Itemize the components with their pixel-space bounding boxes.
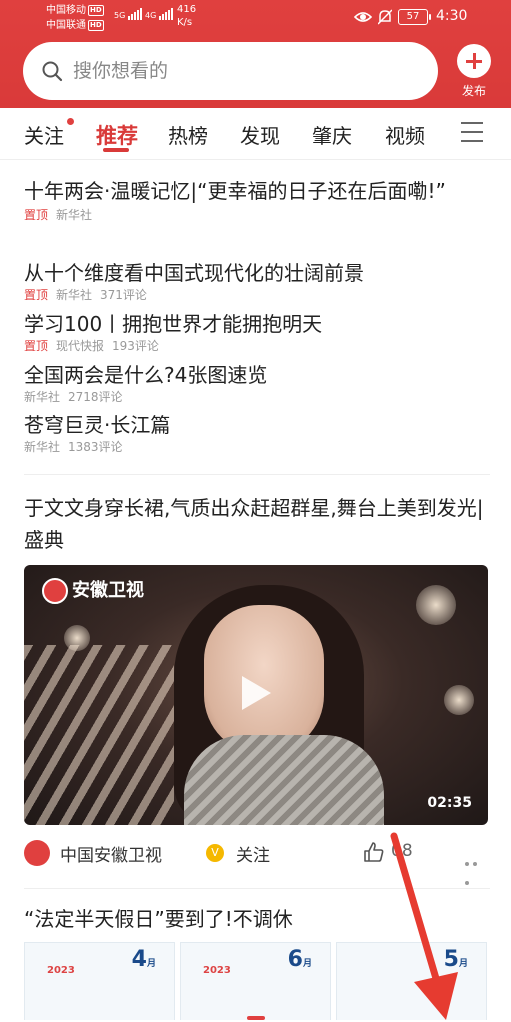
search-icon (42, 61, 63, 82)
news-meta: 置顶 新华社 371评论 (24, 287, 490, 303)
channel-tabs: 关注 推荐 热榜 发现 肇庆 视频 (0, 108, 511, 160)
hd-badge: HD (88, 20, 104, 31)
swipe-down-arrow-icon (390, 832, 458, 1020)
carrier-1: 中国移动 (46, 5, 86, 16)
calendar-image: 2023 6月 (180, 942, 331, 1020)
news-comments: 371评论 (100, 288, 147, 302)
publish-button[interactable]: 发布 (452, 44, 496, 100)
news-item[interactable]: 从十个维度看中国式现代化的壮阔前景 置顶 新华社 371评论 (24, 258, 490, 303)
news-meta: 置顶 新华社 (24, 207, 490, 223)
play-icon[interactable] (238, 673, 274, 713)
news-source: 现代快报 (56, 339, 105, 353)
search-input[interactable] (73, 54, 413, 88)
video-post-title-block[interactable]: 于文文身穿长裙,气质出众赶超群星,舞台上美到发光|盛典 (24, 492, 490, 556)
news-source: 新华社 (24, 440, 61, 454)
thumbs-up-icon[interactable] (362, 840, 386, 864)
news-comments: 193评论 (112, 339, 159, 353)
news-source: 新华社 (24, 390, 61, 404)
news-title: 十年两会·温暖记忆|“更幸福的日子还在后面嘞!” (24, 179, 446, 203)
calendar-month: 4月 (131, 947, 156, 972)
calendar-month: 6月 (287, 947, 312, 972)
plus-icon (457, 44, 491, 78)
status-bar: 中国移动 HD 中国联通 HD 5G 4G 416 K/s 57 4:30 (0, 0, 511, 36)
news-comments: 1383评论 (68, 440, 123, 454)
clock: 4:30 (436, 8, 468, 24)
news-title: 学习100丨拥抱世界才能拥抱明天 (24, 312, 323, 336)
signal-4g-icon: 4G (145, 8, 174, 20)
speed-value: 416 (177, 4, 197, 15)
news-title: 从十个维度看中国式现代化的壮阔前景 (24, 261, 364, 285)
channel-watermark: 安徽卫视 (42, 575, 144, 607)
news-source: 新华社 (56, 288, 93, 302)
news-title: 苍穹巨灵·长江篇 (24, 413, 171, 437)
verified-badge-icon: V (206, 844, 224, 862)
news-meta: 新华社 2718评论 (24, 389, 490, 405)
news-item[interactable]: 学习100丨拥抱世界才能拥抱明天 置顶 现代快报 193评论 (24, 309, 490, 354)
tab-video[interactable]: 视频 (385, 120, 425, 149)
more-options-icon[interactable] (465, 851, 487, 885)
follow-button[interactable]: 关注 (236, 841, 270, 866)
network-speed: 416 K/s (177, 3, 196, 29)
search-bar[interactable] (23, 42, 438, 100)
video-duration: 02:35 (427, 795, 472, 811)
network-type-1: 5G (114, 11, 126, 20)
channel-watermark-text: 安徽卫视 (72, 580, 144, 601)
carrier-2: 中国联通 (46, 20, 86, 31)
calendar-image: 2023 4月 (24, 942, 175, 1020)
news-comments: 2718评论 (68, 390, 123, 404)
app-header: 中国移动 HD 中国联通 HD 5G 4G 416 K/s 57 4:30 搜你… (0, 0, 511, 108)
tab-discover[interactable]: 发现 (240, 120, 280, 149)
pinned-tag: 置顶 (24, 339, 49, 353)
hd-badge: HD (88, 5, 104, 16)
active-tab-indicator (103, 148, 129, 152)
channel-menu-icon[interactable] (461, 122, 483, 142)
battery-level: 57 (406, 11, 420, 22)
eye-comfort-icon (354, 12, 372, 22)
network-type-2: 4G (145, 11, 157, 20)
unread-dot (67, 118, 74, 125)
calendar-year: 2023 (47, 965, 75, 976)
tab-hot[interactable]: 热榜 (168, 120, 208, 149)
bottom-indicator (247, 1016, 265, 1020)
divider (24, 474, 490, 475)
news-title: 全国两会是什么?4张图速览 (24, 363, 268, 387)
video-title: 于文文身穿长裙,气质出众赶超群星,舞台上美到发光|盛典 (24, 496, 484, 552)
pinned-tag: 置顶 (24, 288, 49, 302)
tab-zhaoqing[interactable]: 肇庆 (312, 120, 352, 149)
pinned-tag: 置顶 (24, 208, 49, 222)
speed-unit: K/s (177, 17, 193, 28)
publish-label: 发布 (461, 84, 486, 98)
news-item[interactable]: 苍穹巨灵·长江篇 新华社 1383评论 (24, 410, 490, 455)
news-item[interactable]: 十年两会·温暖记忆|“更幸福的日子还在后面嘞!” 置顶 新华社 (24, 176, 490, 223)
channel-avatar[interactable] (24, 840, 50, 866)
video-thumbnail[interactable]: 安徽卫视 02:35 (24, 565, 488, 825)
tab-follow[interactable]: 关注 (24, 120, 64, 149)
news-meta: 新华社 1383评论 (24, 439, 490, 455)
signal-5g-icon: 5G (114, 8, 143, 20)
battery-icon: 57 (398, 9, 431, 25)
tab-recommend[interactable]: 推荐 (96, 120, 138, 150)
person-dress (184, 735, 384, 825)
calendar-year: 2023 (203, 965, 231, 976)
channel-logo-icon (42, 578, 68, 604)
news-item[interactable]: 全国两会是什么?4张图速览 新华社 2718评论 (24, 360, 490, 405)
channel-name[interactable]: 中国安徽卫视 (60, 841, 162, 866)
news-source: 新华社 (56, 208, 93, 222)
news-meta: 置顶 现代快报 193评论 (24, 338, 490, 354)
carrier-info: 中国移动 HD 中国联通 HD (46, 3, 104, 33)
notification-muted-icon (378, 9, 392, 25)
